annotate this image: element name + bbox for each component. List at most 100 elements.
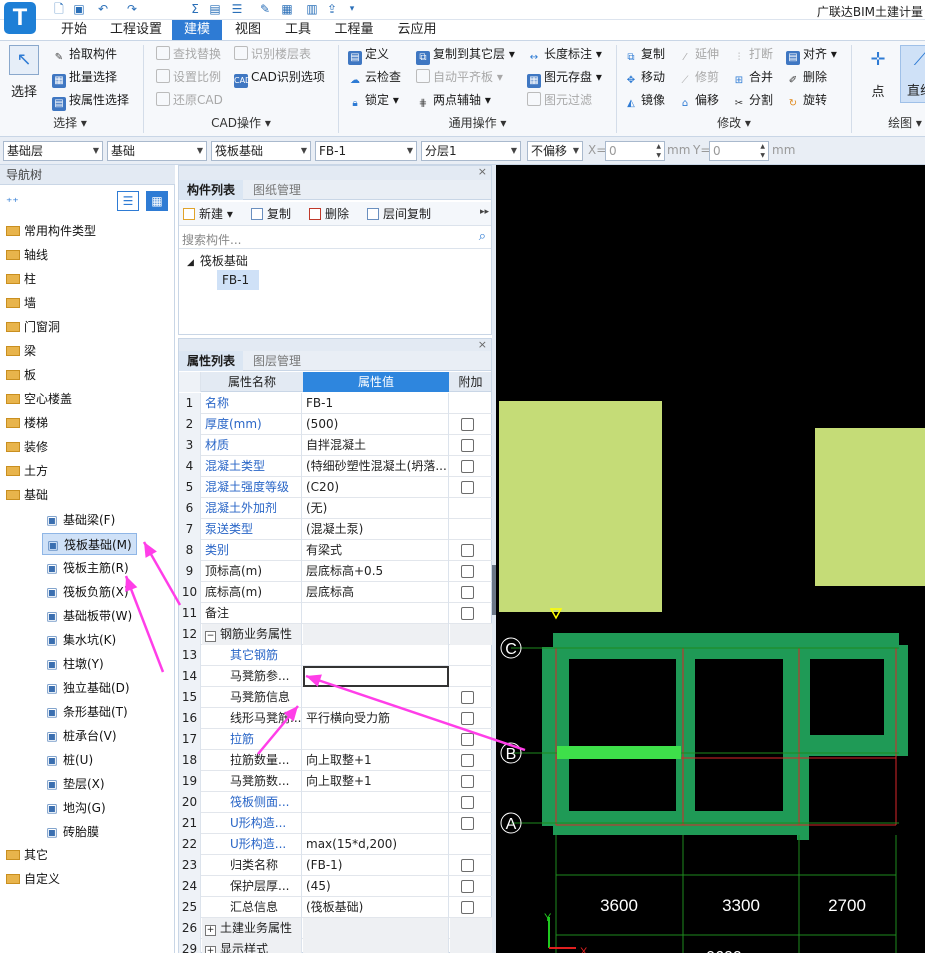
redo-icon[interactable]: ↷ [125, 2, 139, 16]
nav-category-item[interactable]: 基础 [6, 485, 48, 505]
drawing-canvas[interactable]: C B A 3600 3300 2700 9600 Y X [496, 165, 925, 953]
spinner-icon[interactable]: ▲ ▼ [760, 142, 765, 160]
tab-view[interactable]: 视图 [226, 20, 270, 40]
copy-button[interactable]: ⧉ 复制 [624, 44, 665, 64]
col-property-name[interactable]: 属性名称 [202, 372, 302, 392]
nav-foundation-item[interactable]: ▣ 砖胎膜 [42, 821, 103, 843]
property-value-cell[interactable] [303, 918, 449, 939]
cloud-check-button[interactable]: ☁ 云检查 [348, 67, 401, 87]
property-value-cell[interactable]: (特细砂塑性混凝土(坍落... [303, 456, 449, 477]
select-by-property-button[interactable]: ▤ 按属性选择 [52, 90, 129, 111]
delete-button[interactable]: ✐ 删除 [786, 67, 827, 87]
property-row[interactable]: 8 类别 有梁式 [179, 540, 492, 561]
nav-category-item[interactable]: 楼梯 [6, 413, 48, 433]
property-value-cell[interactable] [303, 645, 449, 666]
select-button[interactable]: ↖ 选择 [6, 45, 42, 103]
property-value-cell[interactable] [303, 666, 449, 687]
auto-align-slab-button[interactable]: 自动平齐板 ▾ [416, 67, 503, 87]
expand-all-icon[interactable]: ⁺⁺ [6, 195, 19, 209]
property-value-cell[interactable]: (FB-1) [303, 855, 449, 876]
checkbox[interactable] [461, 775, 474, 788]
checkbox[interactable] [461, 712, 474, 725]
checkbox[interactable] [461, 901, 474, 914]
property-row[interactable]: 25 汇总信息 (筏板基础) [179, 897, 492, 918]
search-box[interactable]: 搜索构件... ⌕ [179, 227, 491, 249]
copy-to-floor-button[interactable]: ⧉ 复制到其它层 ▾ [416, 44, 515, 65]
cad-options-button[interactable]: CADCAD识别选项 [234, 67, 325, 88]
checkbox[interactable] [461, 691, 474, 704]
save-element-button[interactable]: ▦ 图元存盘 ▾ [527, 67, 602, 88]
property-row[interactable]: 2 厚度(mm) (500) [179, 414, 492, 435]
column-pad[interactable] [815, 428, 925, 586]
nav-category-item[interactable]: 常用构件类型 [6, 221, 96, 241]
property-row[interactable]: 7 泵送类型 (混凝土泵) [179, 519, 492, 540]
tab-drawing-management[interactable]: 图纸管理 [245, 180, 309, 200]
nav-foundation-item[interactable]: ▣ 独立基础(D) [42, 677, 134, 699]
property-value-cell[interactable]: max(15*d,200) [303, 834, 449, 855]
report-icon[interactable]: ▤ [208, 2, 222, 16]
nav-category-item[interactable]: 装修 [6, 437, 48, 457]
line-button[interactable]: ⟋ 直线 [900, 45, 925, 103]
sum-icon[interactable]: Σ [188, 2, 202, 16]
property-value-cell[interactable]: (筏板基础) [303, 897, 449, 918]
checkbox[interactable] [461, 880, 474, 893]
list-view-button[interactable]: ☰ [117, 191, 139, 211]
offset-button[interactable]: ⌂ 偏移 [678, 90, 719, 110]
property-row[interactable]: 23 归类名称 (FB-1) [179, 855, 492, 876]
property-row[interactable]: 26 + 土建业务属性 [179, 918, 492, 939]
property-row[interactable]: 4 混凝土类型 (特细砂塑性混凝土(坍落... [179, 456, 492, 477]
property-row[interactable]: 15 马凳筋信息 [179, 687, 492, 708]
tab-project-settings[interactable]: 工程设置 [104, 20, 168, 40]
checkbox[interactable] [461, 544, 474, 557]
more-icon[interactable]: ▸▸ [480, 207, 489, 217]
checkbox[interactable] [461, 586, 474, 599]
nav-category-item[interactable]: 其它 [6, 845, 48, 865]
property-row[interactable]: 20 筏板侧面... [179, 792, 492, 813]
spinner-icon[interactable]: ▲ ▼ [656, 142, 661, 160]
nav-foundation-item[interactable]: ▣ 筏板基础(M) [42, 533, 137, 555]
property-value-cell[interactable]: (无) [303, 498, 449, 519]
tab-modeling[interactable]: 建模 [172, 20, 222, 40]
checkbox[interactable] [461, 439, 474, 452]
undo-icon[interactable]: ↶ [96, 2, 110, 16]
nav-foundation-item[interactable]: ▣ 垫层(X) [42, 773, 109, 795]
identify-floor-table-button[interactable]: 识别楼层表 [234, 44, 311, 64]
property-row[interactable]: 19 马凳筋数... 向上取整+1 [179, 771, 492, 792]
nav-category-item[interactable]: 墙 [6, 293, 36, 313]
element-filter-button[interactable]: 图元过滤 [527, 90, 592, 110]
trim-button[interactable]: ⟋ 修剪 [678, 67, 720, 87]
nav-foundation-item[interactable]: ▣ 条形基础(T) [42, 701, 132, 723]
pencil-icon[interactable]: ✎ [258, 2, 272, 16]
col-additional[interactable]: 附加 [450, 372, 491, 392]
tab-component-list[interactable]: 构件列表 [179, 180, 244, 200]
nav-foundation-item[interactable]: ▣ 地沟(G) [42, 797, 110, 819]
nav-foundation-item[interactable]: ▣ 集水坑(K) [42, 629, 120, 651]
mirror-button[interactable]: ◭ 镜像 [624, 90, 665, 110]
export-icon[interactable]: ⇪ [325, 2, 339, 16]
checkbox[interactable] [461, 754, 474, 767]
property-row[interactable]: 21 U形构造... [179, 813, 492, 834]
property-row[interactable]: 14 马凳筋参... [179, 666, 492, 687]
property-row[interactable]: 12− 钢筋业务属性 [179, 624, 492, 645]
property-value-cell[interactable]: FB-1 [303, 393, 449, 414]
set-scale-button[interactable]: 设置比例 [156, 67, 221, 87]
property-row[interactable]: 22 U形构造... max(15*d,200) [179, 834, 492, 855]
property-value-cell[interactable] [303, 813, 449, 834]
close-icon[interactable]: × [478, 338, 487, 351]
nav-foundation-item[interactable]: ▣ 桩承台(V) [42, 725, 121, 747]
checkbox[interactable] [461, 460, 474, 473]
group-general-label[interactable]: 通用操作 ▾ [340, 114, 615, 132]
property-value-cell[interactable]: (C20) [303, 477, 449, 498]
batch-select-button[interactable]: ▦ 批量选择 [52, 67, 117, 88]
column-pad[interactable] [499, 401, 662, 612]
expander-icon[interactable]: + [205, 946, 216, 953]
property-row[interactable]: 18 拉筋数量... 向上取整+1 [179, 750, 492, 771]
define-button[interactable]: ▤ 定义 [348, 44, 389, 65]
nav-category-item[interactable]: 梁 [6, 341, 36, 361]
property-row[interactable]: 29 + 显示样式 [179, 939, 492, 953]
property-value-cell[interactable]: 层底标高 [303, 582, 449, 603]
x-input[interactable]: 0 ▲ ▼ [605, 141, 665, 161]
tab-property-list[interactable]: 属性列表 [179, 351, 244, 371]
inter-floor-copy-button[interactable]: 层间复制 [367, 205, 431, 223]
property-value-cell[interactable]: 平行横向受力筋 [303, 708, 449, 729]
